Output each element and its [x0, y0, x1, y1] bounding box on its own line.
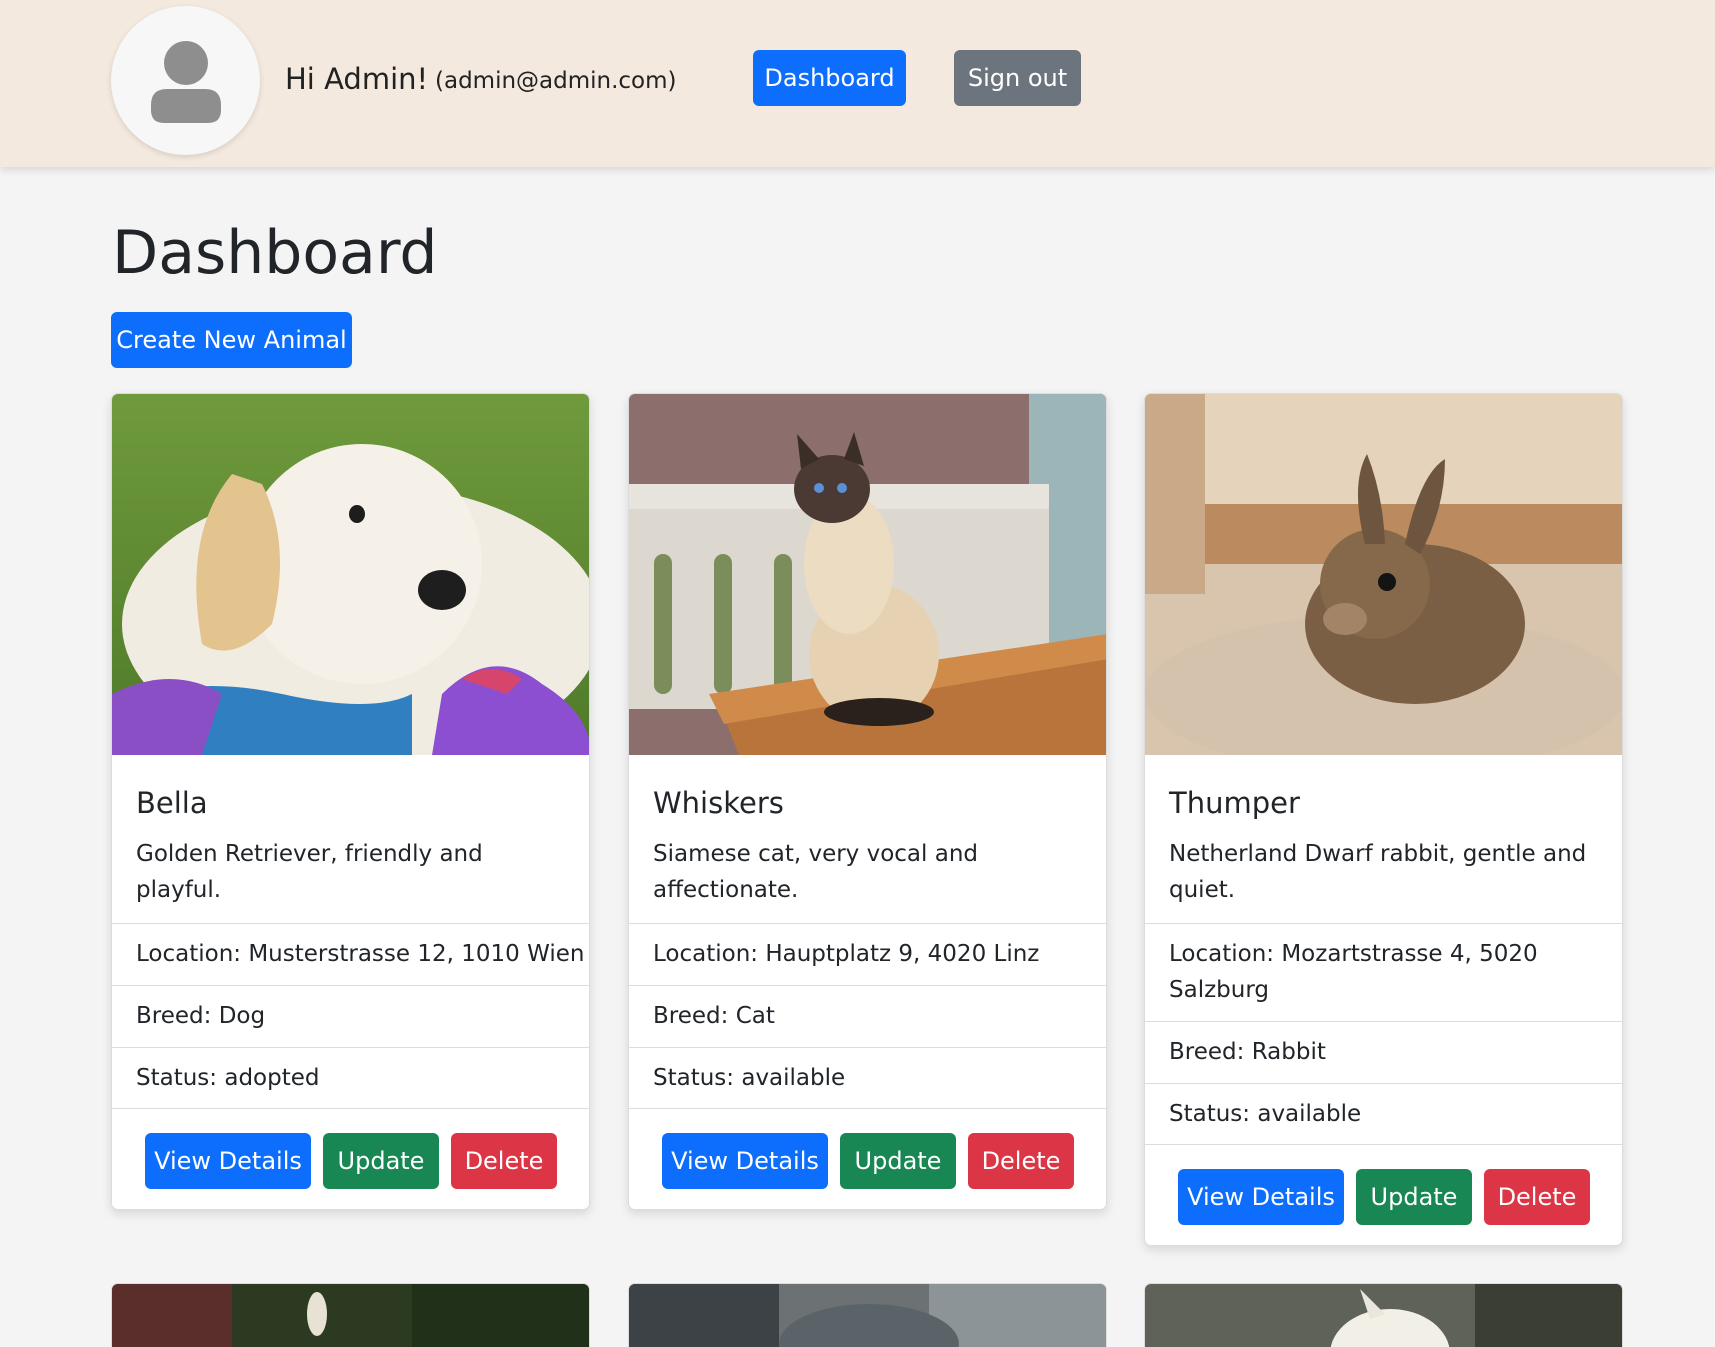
- animal-photo-dog: [112, 394, 589, 755]
- view-details-button[interactable]: View Details: [662, 1133, 828, 1189]
- page-title: Dashboard: [112, 218, 438, 288]
- animal-photo-partial: [112, 1284, 589, 1347]
- view-details-button[interactable]: View Details: [145, 1133, 311, 1189]
- animal-location: Location: Hauptplatz 9, 4020 Linz: [629, 923, 1106, 985]
- card-actions: View Details Update Delete: [112, 1108, 589, 1209]
- animal-photo-rabbit: [1145, 394, 1622, 755]
- view-details-button[interactable]: View Details: [1178, 1169, 1344, 1225]
- update-button[interactable]: Update: [840, 1133, 956, 1189]
- animal-location: Location: Mozartstrasse 4, 5020 Salzburg: [1145, 923, 1622, 1021]
- animal-description: Golden Retriever, friendly and playful.: [136, 841, 483, 903]
- animal-name: Whiskers: [653, 786, 784, 820]
- update-button[interactable]: Update: [323, 1133, 439, 1189]
- animal-card: Whiskers Siamese cat, very vocal and aff…: [628, 393, 1107, 1210]
- animal-breed: Breed: Cat: [629, 985, 1106, 1047]
- delete-button[interactable]: Delete: [451, 1133, 557, 1189]
- sign-out-button[interactable]: Sign out: [954, 50, 1081, 106]
- dashboard-button[interactable]: Dashboard: [753, 50, 906, 106]
- animal-photo-cat: [629, 394, 1106, 755]
- animal-card-partial: [628, 1283, 1107, 1347]
- greeting-text: Hi Admin!: [285, 62, 429, 96]
- animal-card-partial: [1144, 1283, 1623, 1347]
- update-button[interactable]: Update: [1356, 1169, 1472, 1225]
- delete-button[interactable]: Delete: [1484, 1169, 1590, 1225]
- animal-name: Bella: [136, 786, 208, 820]
- create-new-animal-button[interactable]: Create New Animal: [111, 312, 352, 368]
- animal-card: Thumper Netherland Dwarf rabbit, gentle …: [1144, 393, 1623, 1246]
- animal-card: Bella Golden Retriever, friendly and pla…: [111, 393, 590, 1210]
- animal-breed: Breed: Rabbit: [1145, 1021, 1622, 1083]
- animal-description: Siamese cat, very vocal and affectionate…: [653, 841, 978, 903]
- delete-button[interactable]: Delete: [968, 1133, 1074, 1189]
- card-actions: View Details Update Delete: [629, 1108, 1106, 1209]
- animal-photo-partial: [629, 1284, 1106, 1347]
- user-silhouette-icon: [151, 41, 221, 123]
- animal-name: Thumper: [1169, 786, 1300, 820]
- animal-breed: Breed: Dog: [112, 985, 589, 1047]
- animal-status: Status: adopted: [112, 1047, 589, 1109]
- card-actions: View Details Update Delete: [1145, 1144, 1622, 1245]
- top-bar: Hi Admin! (admin@admin.com) Dashboard Si…: [0, 0, 1715, 167]
- user-email: (admin@admin.com): [435, 68, 677, 94]
- animal-status: Status: available: [629, 1047, 1106, 1109]
- animal-description: Netherland Dwarf rabbit, gentle and quie…: [1169, 841, 1587, 903]
- animal-card-partial: [111, 1283, 590, 1347]
- animal-location: Location: Musterstrasse 12, 1010 Wien: [112, 923, 589, 985]
- animal-status: Status: available: [1145, 1083, 1622, 1145]
- animal-photo-partial: [1145, 1284, 1622, 1347]
- user-avatar: [111, 6, 260, 155]
